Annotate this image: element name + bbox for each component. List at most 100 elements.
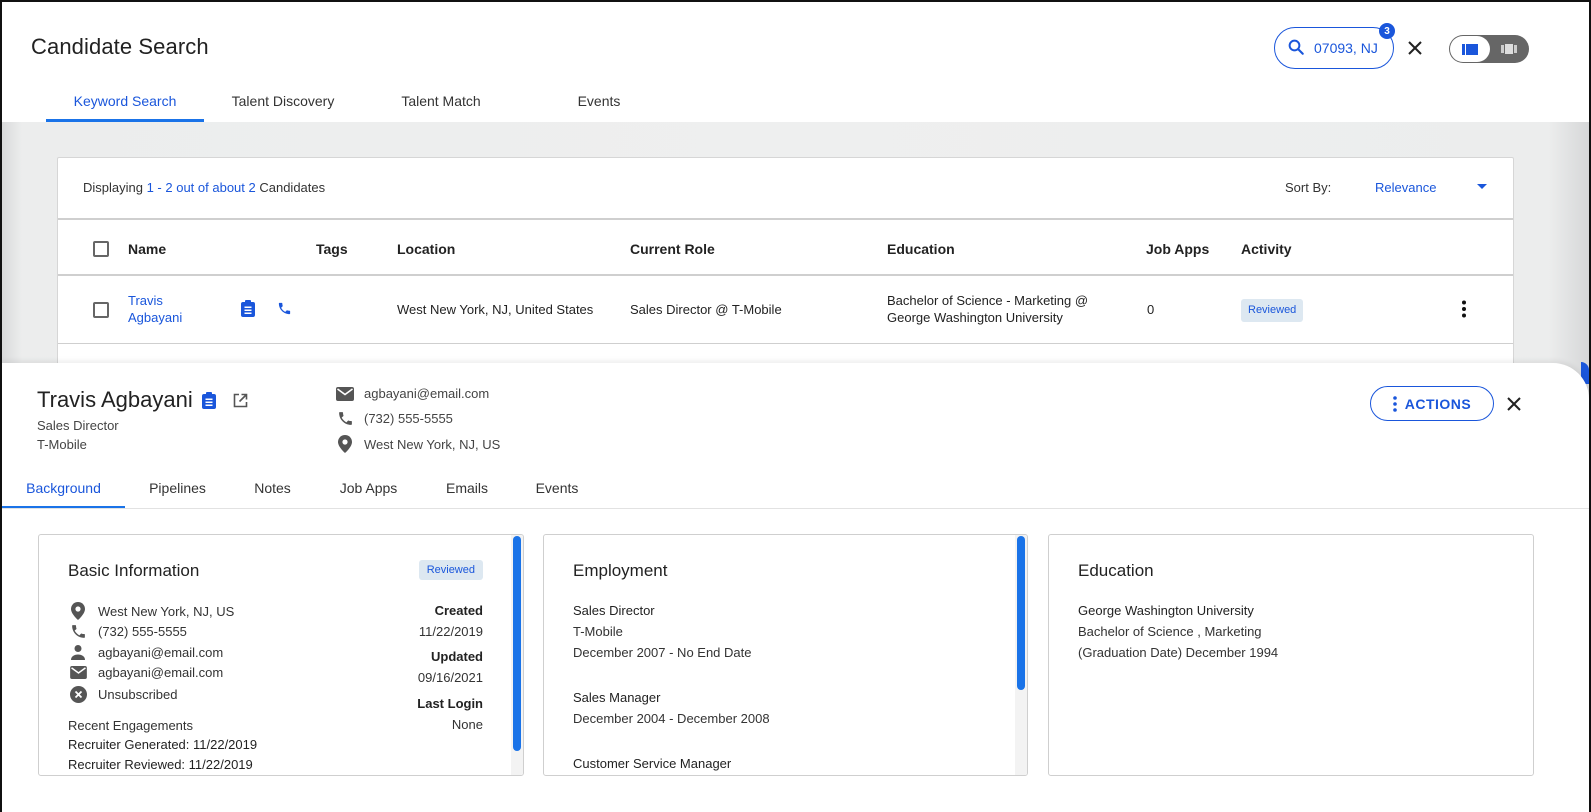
column-header-name[interactable]: Name bbox=[128, 241, 166, 257]
info-email: agbayani@email.com bbox=[68, 665, 223, 680]
close-icon bbox=[1507, 397, 1521, 411]
column-header-job-apps[interactable]: Job Apps bbox=[1146, 241, 1209, 257]
contact-location: West New York, NJ, US bbox=[336, 435, 500, 453]
updated-label: Updated bbox=[431, 649, 483, 664]
tab-background[interactable]: Background bbox=[2, 467, 125, 509]
open-in-new-icon[interactable] bbox=[233, 393, 248, 408]
scrollbar-thumb[interactable] bbox=[1017, 536, 1025, 690]
info-phone-text: (732) 555-5555 bbox=[98, 624, 187, 639]
created-value: 11/22/2019 bbox=[418, 624, 483, 639]
contact-email[interactable]: agbayani@email.com bbox=[336, 386, 489, 401]
clipboard-icon[interactable] bbox=[202, 392, 216, 409]
filter-count-badge: 3 bbox=[1379, 23, 1395, 39]
basic-info-scrollbar[interactable] bbox=[511, 535, 523, 775]
cancel-circle-icon bbox=[68, 686, 88, 703]
info-username-text: agbayani@email.com bbox=[98, 644, 224, 660]
page-title: Candidate Search bbox=[31, 34, 209, 59]
search-mode-tabs: Keyword Search Talent Discovery Talent M… bbox=[46, 80, 678, 122]
location-pin-icon bbox=[336, 435, 354, 453]
basic-information-panel: Basic Information Reviewed West New York… bbox=[38, 534, 524, 776]
summary-range: 1 - 2 out of about 2 bbox=[146, 180, 256, 195]
candidate-name: Travis Agbayani bbox=[37, 387, 193, 412]
divider bbox=[58, 218, 1513, 220]
tab-notes[interactable]: Notes bbox=[230, 467, 315, 509]
email-icon bbox=[336, 386, 354, 401]
last-login-value: None bbox=[451, 717, 483, 732]
divider bbox=[2, 508, 1589, 509]
contact-location-text: West New York, NJ, US bbox=[364, 436, 501, 452]
close-drawer-button[interactable] bbox=[1503, 393, 1525, 415]
panel-title: Education bbox=[1078, 561, 1154, 580]
tab-pipelines[interactable]: Pipelines bbox=[125, 467, 230, 509]
select-all-checkbox[interactable] bbox=[93, 241, 109, 257]
contact-phone-text: (732) 555-5555 bbox=[364, 411, 453, 426]
job-role: Sales Director bbox=[573, 603, 655, 618]
view-mode-toggle[interactable] bbox=[1449, 35, 1529, 63]
tab-talent-match[interactable]: Talent Match bbox=[362, 80, 520, 122]
row-checkbox[interactable] bbox=[93, 302, 109, 318]
education-graduation: (Graduation Date) December 1994 bbox=[1078, 645, 1279, 660]
tab-keyword-search[interactable]: Keyword Search bbox=[46, 80, 204, 122]
info-subscription: Unsubscribed bbox=[68, 686, 178, 703]
candidate-company: T-Mobile bbox=[37, 437, 87, 452]
row-activity: Reviewed bbox=[1241, 299, 1304, 322]
column-header-current-role[interactable]: Current Role bbox=[630, 241, 715, 257]
basic-info-status: Reviewed bbox=[418, 560, 483, 580]
chevron-down-icon bbox=[1477, 184, 1487, 189]
column-header-activity[interactable]: Activity bbox=[1241, 241, 1292, 257]
column-header-location[interactable]: Location bbox=[397, 241, 455, 257]
clear-search-button[interactable] bbox=[1404, 37, 1426, 59]
phone-icon[interactable] bbox=[277, 301, 292, 316]
sort-dropdown[interactable]: Relevance bbox=[1375, 174, 1487, 200]
updated-value: 09/16/2021 bbox=[417, 670, 483, 685]
candidate-first-name: Travis bbox=[128, 293, 163, 308]
employment-scrollbar[interactable] bbox=[1015, 535, 1027, 775]
clipboard-icon[interactable] bbox=[241, 300, 255, 317]
employment-panel: Employment Sales Director T-Mobile Decem… bbox=[543, 534, 1028, 776]
column-header-tags[interactable]: Tags bbox=[316, 241, 348, 257]
contact-email-text: agbayani@email.com bbox=[364, 386, 490, 401]
engagement-item: Recruiter Generated: 11/22/2019 bbox=[68, 737, 258, 752]
scrollbar-thumb[interactable] bbox=[513, 536, 521, 751]
info-username: agbayani@email.com bbox=[68, 644, 223, 660]
tab-talent-discovery[interactable]: Talent Discovery bbox=[204, 80, 362, 122]
results-summary: Displaying 1 - 2 out of about 2 Candidat… bbox=[83, 180, 325, 195]
job-role: Customer Service Manager bbox=[573, 756, 732, 771]
job-role: Sales Manager bbox=[573, 690, 661, 705]
info-email-text: agbayani@email.com bbox=[98, 665, 224, 680]
email-icon bbox=[68, 666, 88, 679]
education-degree: Bachelor of Science , Marketing bbox=[1078, 624, 1262, 639]
candidate-name-link[interactable]: Travis Agbayani bbox=[128, 292, 182, 326]
contact-phone[interactable]: (732) 555-5555 bbox=[336, 410, 453, 427]
row-education-degree: Bachelor of Science - Marketing @ bbox=[887, 293, 1089, 308]
results-table-card: Displaying 1 - 2 out of about 2 Candidat… bbox=[57, 157, 1514, 397]
row-more-options-icon[interactable] bbox=[1458, 300, 1470, 318]
candidate-title: Sales Director bbox=[37, 418, 119, 433]
row-job-apps: 0 bbox=[1147, 302, 1155, 317]
more-vertical-icon bbox=[1392, 395, 1397, 412]
location-search-filter[interactable]: 07093, NJ 3 bbox=[1274, 23, 1395, 69]
tab-events[interactable]: Events bbox=[520, 80, 678, 122]
column-header-education[interactable]: Education bbox=[887, 241, 955, 257]
sort-label: Sort By: bbox=[1285, 180, 1332, 195]
job-dates: December 2007 - No End Date bbox=[573, 645, 752, 660]
row-current-role: Sales Director @ T-Mobile bbox=[630, 302, 782, 317]
last-login-label: Last Login bbox=[417, 696, 483, 711]
actions-label: ACTIONS bbox=[1404, 395, 1472, 412]
status-badge: Reviewed bbox=[1241, 299, 1304, 322]
recent-engagements-label: Recent Engagements bbox=[68, 718, 194, 733]
search-filter-value: 07093, NJ bbox=[1314, 40, 1378, 56]
row-education-school: George Washington University bbox=[887, 310, 1063, 325]
card-view-icon[interactable] bbox=[1501, 44, 1517, 54]
created-label: Created bbox=[434, 603, 483, 618]
page-header: Candidate Search Keyword Search Talent D… bbox=[2, 2, 1589, 122]
phone-icon bbox=[336, 410, 354, 427]
tab-emails[interactable]: Emails bbox=[422, 467, 512, 509]
summary-prefix: Displaying bbox=[83, 180, 147, 195]
list-view-icon bbox=[1462, 43, 1478, 55]
tab-events[interactable]: Events bbox=[512, 467, 602, 509]
actions-button[interactable]: ACTIONS bbox=[1370, 386, 1494, 421]
tab-job-apps[interactable]: Job Apps bbox=[315, 467, 422, 509]
list-view-option[interactable] bbox=[1450, 36, 1490, 62]
row-education: Bachelor of Science - Marketing @ George… bbox=[887, 292, 1088, 326]
